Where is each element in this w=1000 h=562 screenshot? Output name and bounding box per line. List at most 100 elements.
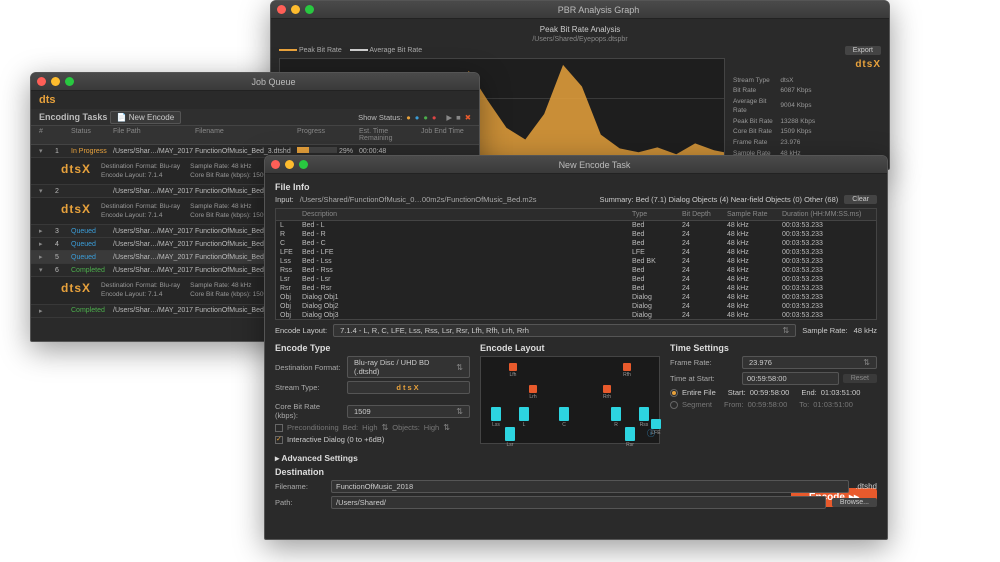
maximize-icon[interactable] (65, 77, 74, 86)
export-button[interactable]: Export (845, 46, 881, 55)
status-filter-error-icon[interactable]: ● (432, 113, 437, 122)
minimize-icon[interactable] (51, 77, 60, 86)
channel-row[interactable]: RssBed - RssBed2448 kHz00:03:53.233 (276, 266, 876, 275)
segment-label: Segment (682, 400, 712, 409)
stat-label: Frame Rate (733, 139, 778, 148)
pbr-title: PBR Analysis Graph (314, 5, 883, 15)
stop-button[interactable]: ■ (456, 113, 461, 122)
advanced-settings-toggle[interactable]: ▸ Advanced Settings (275, 453, 877, 464)
frame-rate-select[interactable]: 23.976⇅ (742, 356, 877, 369)
dtsx-logo: dtsX (61, 281, 91, 299)
new-encode-button[interactable]: 📄 New Encode (110, 111, 182, 124)
dtsx-logo: dtsX (61, 162, 91, 180)
channel-row[interactable]: LBed - LBed2448 kHz00:03:53.233 (276, 221, 876, 230)
dts-logo: dts (39, 94, 56, 106)
traffic-lights[interactable] (271, 160, 308, 169)
play-button[interactable]: ▶ (446, 113, 452, 122)
channel-row[interactable]: LssBed - LssBed BK2448 kHz00:03:53.233 (276, 257, 876, 266)
channel-row[interactable]: ObjDialog Obj3Dialog2448 kHz00:03:53.233 (276, 311, 876, 320)
encode-layout-heading: Encode Layout (480, 343, 660, 353)
to-value: 01:03:51:00 (813, 400, 853, 409)
close-icon[interactable] (37, 77, 46, 86)
disclosure-icon[interactable]: ▾ (39, 147, 53, 155)
new-encode-window: New Encode Task File Info Input: /Users/… (264, 155, 888, 540)
traffic-lights[interactable] (277, 5, 314, 14)
status-filter-queued-icon[interactable]: ● (415, 113, 420, 122)
path-input[interactable]: /Users/Shared/ (331, 496, 826, 509)
info-icon[interactable]: ⓘ (647, 428, 655, 439)
disclosure-icon[interactable]: ▸ (39, 307, 53, 315)
speaker-layout-visual: Lfh Rfh Lrh Rrh Lss L C R Rss LFE Lsr Rs… (480, 356, 660, 444)
clear-button[interactable]: Clear (844, 195, 877, 204)
chevron-down-icon: ⇅ (783, 326, 790, 335)
segment-radio[interactable] (670, 401, 678, 409)
dest-format-label: Destination Format: (275, 363, 343, 372)
close-icon[interactable] (277, 5, 286, 14)
input-summary: Summary: Bed (7.1) Dialog Objects (4) Ne… (599, 195, 838, 204)
traffic-lights[interactable] (37, 77, 74, 86)
encode-layout-select[interactable]: 7.1.4 - L, R, C, LFE, Lss, Rss, Lsr, Rsr… (333, 324, 796, 337)
pbr-legend: Peak Bit Rate Average Bit Rate (279, 47, 422, 54)
status-label: Queued (71, 228, 111, 235)
channel-row[interactable]: ObjDialog Obj1Dialog2448 kHz00:03:53.233 (276, 293, 876, 302)
input-label: Input: (275, 195, 294, 204)
status-filter-complete-icon[interactable]: ● (423, 113, 428, 122)
stream-type-select[interactable]: dtsX (347, 381, 470, 394)
channel-row[interactable]: LFEBed - LFELFE2448 kHz00:03:53.233 (276, 248, 876, 257)
delete-button[interactable]: ✖ (465, 113, 471, 122)
dtsx-logo: dtsX (731, 58, 881, 72)
maximize-icon[interactable] (299, 160, 308, 169)
disclosure-icon[interactable]: ▸ (39, 240, 53, 248)
time-start-label: Time at Start: (670, 374, 738, 383)
entire-file-radio[interactable] (670, 389, 678, 397)
status-label: Completed (71, 267, 111, 274)
input-path: /Users/Shared/FunctionOfMusic_0…00m2s/Fu… (300, 195, 537, 204)
status-label: In Progress (71, 148, 111, 155)
dtsx-logo: dtsX (61, 202, 91, 220)
end-value: 01:03:51:00 (821, 388, 861, 397)
minimize-icon[interactable] (285, 160, 294, 169)
preconditioning-checkbox[interactable] (275, 424, 283, 432)
jq-titlebar[interactable]: Job Queue (31, 73, 479, 91)
filename-input[interactable]: FunctionOfMusic_2018 (331, 480, 849, 493)
channel-table[interactable]: DescriptionTypeBit DepthSample RateDurat… (275, 208, 877, 320)
disclosure-icon[interactable]: ▸ (39, 227, 53, 235)
core-bitrate-select[interactable]: 1509⇅ (347, 405, 470, 418)
core-bitrate-label: Core Bit Rate (kbps): (275, 402, 343, 420)
disclosure-icon[interactable]: ▸ (39, 253, 53, 261)
sample-rate-label: Sample Rate: (802, 326, 847, 335)
path-label: Path: (275, 498, 325, 507)
minimize-icon[interactable] (291, 5, 300, 14)
ne-titlebar[interactable]: New Encode Task (265, 156, 887, 174)
encode-layout-label: Encode Layout: (275, 326, 327, 335)
browse-button[interactable]: Browse... (832, 498, 877, 507)
pbr-stats: dtsX Stream TypedtsXBit Rate6087 KbpsAve… (731, 58, 881, 170)
stat-value: 1509 Kbps (780, 128, 879, 137)
maximize-icon[interactable] (305, 5, 314, 14)
jq-title: Job Queue (74, 77, 473, 87)
reset-button[interactable]: Reset (843, 374, 877, 383)
progress-bar (297, 147, 337, 153)
chevron-down-icon: ⇅ (456, 407, 463, 416)
frame-rate-label: Frame Rate: (670, 358, 738, 367)
channel-row[interactable]: ObjDialog Obj2Dialog2448 kHz00:03:53.233 (276, 302, 876, 311)
dest-format-select[interactable]: Blu-ray Disc / UHD BD (.dtshd)⇅ (347, 356, 470, 378)
time-start-input[interactable]: 00:59:58:00 (742, 372, 839, 385)
pbr-titlebar[interactable]: PBR Analysis Graph (271, 1, 889, 19)
stat-value: 6087 Kbps (780, 87, 879, 96)
start-value: 00:59:58:00 (750, 388, 790, 397)
close-icon[interactable] (271, 160, 280, 169)
channel-row[interactable]: RBed - RBed2448 kHz00:03:53.233 (276, 230, 876, 239)
stat-label: Stream Type (733, 77, 778, 86)
destination-heading: Destination (275, 467, 877, 477)
status-filter-progress-icon[interactable]: ● (406, 113, 411, 122)
disclosure-icon[interactable]: ▾ (39, 266, 53, 274)
entire-file-label: Entire File (682, 388, 716, 397)
interactive-dialog-checkbox[interactable] (275, 436, 283, 444)
channel-row[interactable]: CBed - CBed2448 kHz00:03:53.233 (276, 239, 876, 248)
disclosure-icon[interactable]: ▾ (39, 187, 53, 195)
stat-value: 13288 Kbps (780, 118, 879, 127)
channel-row[interactable]: RsrBed - RsrBed2448 kHz00:03:53.233 (276, 284, 876, 293)
stream-type-label: Stream Type: (275, 383, 343, 392)
channel-row[interactable]: LsrBed - LsrBed2448 kHz00:03:53.233 (276, 275, 876, 284)
